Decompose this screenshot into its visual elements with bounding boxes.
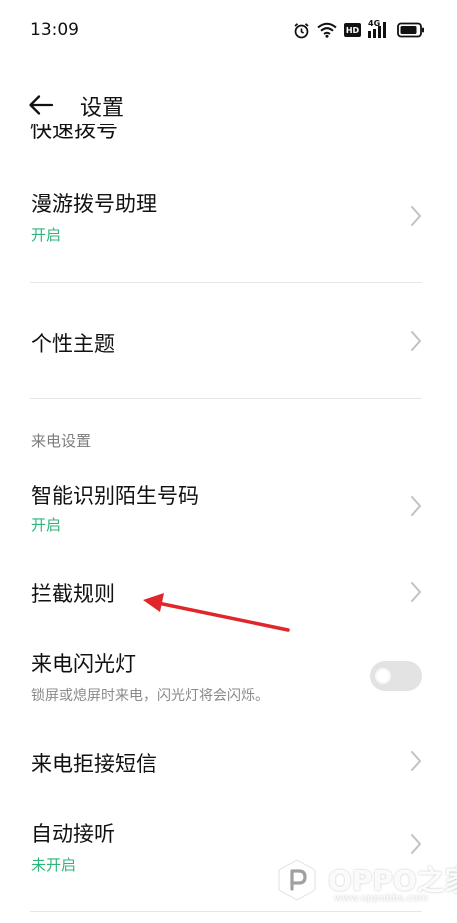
alarm-icon [294, 22, 309, 38]
auto-answer-status: 未开启 [31, 856, 77, 874]
back-button[interactable] [26, 90, 56, 120]
block-rules-item[interactable]: 拦截规则 [0, 562, 457, 622]
chevron-right-icon [411, 834, 421, 854]
call-flash-item[interactable]: 来电闪光灯 锁屏或熄屏时来电，闪光灯将会闪烁。 [0, 640, 457, 720]
block-rules-title: 拦截规则 [31, 582, 115, 606]
chevron-right-icon [411, 206, 421, 226]
chevron-right-icon [411, 582, 421, 602]
auto-answer-title: 自动接听 [31, 822, 115, 846]
battery-icon [397, 22, 424, 38]
personal-theme-title: 个性主题 [31, 332, 115, 356]
smart-identify-item[interactable]: 智能识别陌生号码 开启 [0, 470, 457, 550]
call-flash-title: 来电闪光灯 [31, 652, 136, 676]
call-flash-toggle[interactable] [370, 661, 422, 691]
roaming-dial-status: 开启 [31, 226, 62, 244]
status-bar: 13:09 HD 4G [0, 0, 457, 62]
smart-identify-status: 开启 [31, 516, 62, 534]
chevron-right-icon [411, 751, 421, 771]
roaming-dial-assistant-item[interactable]: 漫游拨号助理 开启 [0, 178, 457, 278]
4g-signal-icon: 4G [368, 19, 390, 39]
status-icons: HD 4G [293, 19, 425, 39]
speed-dial-title: 快速拨号 [30, 124, 119, 143]
back-arrow-icon [29, 95, 54, 115]
oppo-logo-icon [278, 859, 316, 901]
divider [30, 398, 422, 399]
chevron-right-icon [411, 496, 421, 516]
reject-sms-title: 来电拒接短信 [31, 752, 157, 776]
divider [30, 911, 422, 912]
oppo-watermark: OPPO之家 www.oppobbs.com [272, 855, 457, 911]
section-label-incoming-call: 来电设置 [31, 432, 92, 450]
chevron-right-icon [411, 331, 421, 351]
status-time: 13:09 [30, 20, 79, 40]
personal-theme-item[interactable]: 个性主题 [0, 300, 457, 390]
page-title: 设置 [80, 96, 125, 121]
hd-icon: HD [344, 23, 361, 37]
wifi-icon [317, 22, 337, 38]
call-flash-description: 锁屏或熄屏时来电，闪光灯将会闪烁。 [31, 688, 269, 704]
roaming-dial-title: 漫游拨号助理 [31, 192, 157, 216]
speed-dial-item-clipped[interactable]: 快速拨号 [30, 124, 230, 146]
reject-sms-item[interactable]: 来电拒接短信 [0, 732, 457, 792]
divider [30, 282, 422, 283]
toggle-knob [375, 668, 391, 684]
watermark-url: www.oppobbs.com [334, 893, 429, 904]
smart-identify-title: 智能识别陌生号码 [31, 484, 199, 508]
